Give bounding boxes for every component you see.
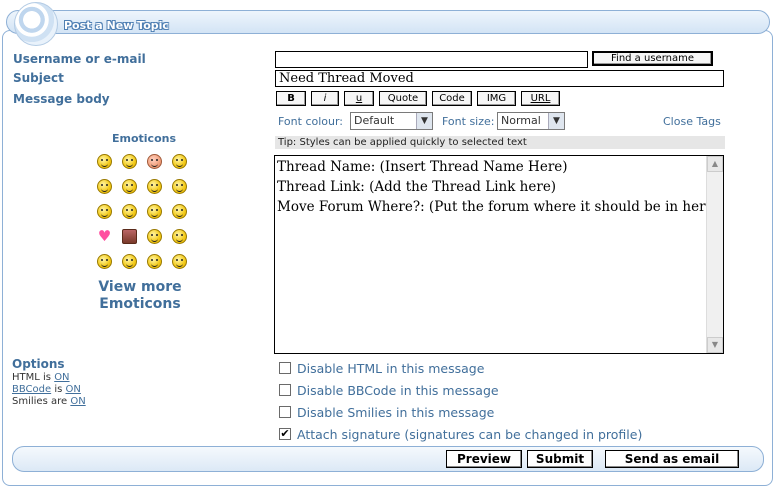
message-body-label: Message body xyxy=(13,92,110,106)
wink-icon[interactable] xyxy=(147,229,162,244)
smilies-state-link[interactable]: ON xyxy=(70,396,85,407)
crying-icon[interactable] xyxy=(172,154,187,169)
message-line: Thread Link: (Add the Thread Link here) xyxy=(277,179,557,195)
smilies-status: Smilies are ON xyxy=(12,396,86,407)
quote-button[interactable]: Quote xyxy=(379,91,427,106)
bbcode-state-link[interactable]: ON xyxy=(66,384,81,395)
eek-icon[interactable] xyxy=(172,254,187,269)
scroll-up-icon[interactable]: ▲ xyxy=(707,156,723,172)
laughing-icon[interactable] xyxy=(122,179,137,194)
font-size-label: Font size: xyxy=(442,115,495,128)
username-label: Username or e-mail xyxy=(13,52,146,66)
html-status: HTML is ON xyxy=(12,372,70,383)
cool-icon[interactable] xyxy=(172,229,187,244)
twisted-icon[interactable] xyxy=(122,204,137,219)
evil-icon[interactable] xyxy=(97,204,112,219)
font-size-value: Normal xyxy=(501,114,541,127)
bbcode-link[interactable]: BBCode xyxy=(12,384,51,395)
forum-logo-icon xyxy=(14,2,58,46)
surprised-icon[interactable] xyxy=(147,254,162,269)
url-button[interactable]: URL xyxy=(521,91,560,106)
font-colour-label: Font colour: xyxy=(278,115,344,128)
font-colour-value: Default xyxy=(354,114,395,127)
code-button[interactable]: Code xyxy=(432,91,472,106)
disable-html-label: Disable HTML in this message xyxy=(297,361,485,376)
message-textarea[interactable]: Thread Name: (Insert Thread Name Here) T… xyxy=(274,155,724,354)
message-line: Thread Name: (Insert Thread Name Here) xyxy=(277,159,568,175)
shocked-icon[interactable] xyxy=(172,204,187,219)
sad-icon[interactable] xyxy=(147,154,162,169)
html-state-link[interactable]: ON xyxy=(54,372,69,383)
font-colour-select[interactable]: Default ▼ xyxy=(350,112,433,130)
chevron-down-icon: ▼ xyxy=(548,113,564,129)
html-status-label: HTML is xyxy=(12,372,55,383)
underline-button[interactable]: u xyxy=(344,91,374,106)
subject-input[interactable] xyxy=(275,70,724,87)
font-size-select[interactable]: Normal ▼ xyxy=(497,112,565,130)
subject-label: Subject xyxy=(13,71,64,85)
confused-icon[interactable] xyxy=(97,179,112,194)
chevron-down-icon: ▼ xyxy=(416,113,432,129)
view-more-label: View more xyxy=(98,279,182,295)
sad-icon[interactable] xyxy=(122,254,137,269)
smile-icon[interactable] xyxy=(97,254,112,269)
message-line: Move Forum Where?: (Put the forum where … xyxy=(277,199,719,215)
bold-button[interactable]: B xyxy=(276,91,306,106)
preview-button[interactable]: Preview xyxy=(446,450,522,468)
attach-signature-checkbox[interactable]: ✔ xyxy=(279,428,291,440)
page-title: Post a New Topic xyxy=(64,19,169,32)
emoticons-title: Emoticons xyxy=(112,132,177,145)
disable-smilies-label: Disable Smilies in this message xyxy=(297,405,495,420)
img-button[interactable]: IMG xyxy=(477,91,516,106)
emoticons-label: Emoticons xyxy=(99,296,181,312)
smilies-status-label: Smilies are xyxy=(12,396,71,407)
very-happy-icon[interactable] xyxy=(97,154,112,169)
calendar-icon[interactable] xyxy=(122,229,137,244)
view-more-emoticons-link[interactable]: View more Emoticons xyxy=(90,279,190,313)
options-title: Options xyxy=(12,357,65,371)
scroll-down-icon[interactable]: ▼ xyxy=(707,337,723,353)
bbcode-status-label: is xyxy=(51,384,66,395)
surprised-icon[interactable] xyxy=(147,204,162,219)
message-scrollbar[interactable]: ▲ ▼ xyxy=(706,156,723,353)
neutral-icon[interactable] xyxy=(147,179,162,194)
disable-html-checkbox[interactable] xyxy=(279,362,291,374)
razz-icon[interactable] xyxy=(172,179,187,194)
username-input[interactable] xyxy=(275,51,588,68)
smile-icon[interactable] xyxy=(122,154,137,169)
disable-bbcode-label: Disable BBCode in this message xyxy=(297,383,499,398)
disable-smilies-checkbox[interactable] xyxy=(279,406,291,418)
formatting-tip: Tip: Styles can be applied quickly to se… xyxy=(275,136,725,149)
send-as-email-button[interactable]: Send as email xyxy=(605,450,739,468)
submit-button[interactable]: Submit xyxy=(527,450,593,468)
find-username-button[interactable]: Find a username xyxy=(592,51,713,66)
italic-button[interactable]: i xyxy=(311,91,339,106)
close-tags-link[interactable]: Close Tags xyxy=(663,115,721,128)
disable-bbcode-checkbox[interactable] xyxy=(279,384,291,396)
attach-signature-label: Attach signature (signatures can be chan… xyxy=(297,427,643,442)
heart-icon[interactable]: ♥ xyxy=(97,229,112,244)
bbcode-status: BBCode is ON xyxy=(12,384,81,395)
